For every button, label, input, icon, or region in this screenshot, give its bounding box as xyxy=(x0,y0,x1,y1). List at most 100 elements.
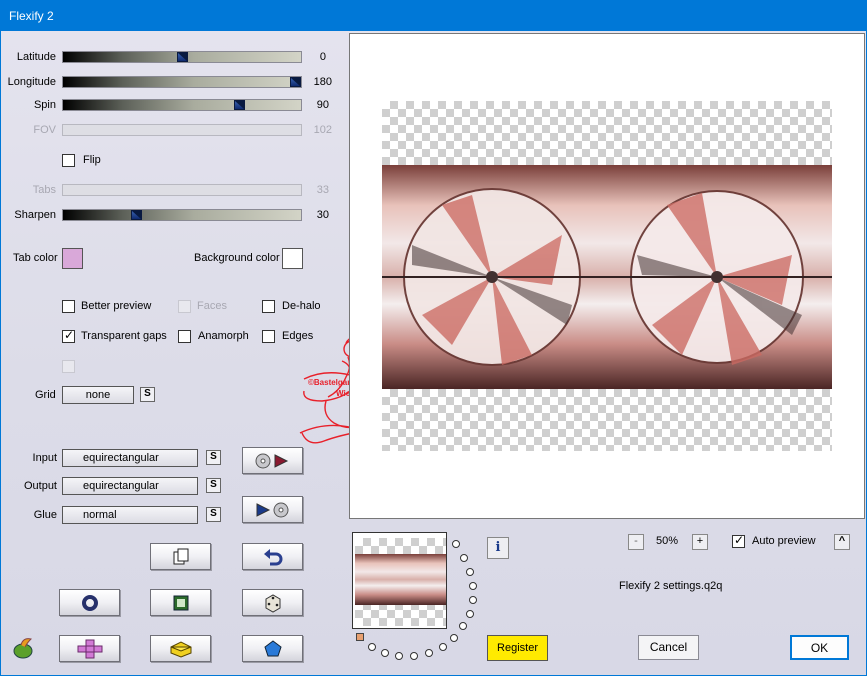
transparent-gaps-checkbox[interactable]: ✓ xyxy=(62,328,75,343)
brick-button[interactable] xyxy=(150,635,211,662)
info-button[interactable]: i xyxy=(487,537,509,559)
preset-dot[interactable] xyxy=(466,568,474,576)
pages-icon xyxy=(173,548,188,564)
sharpen-thumb[interactable] xyxy=(131,210,142,220)
preset-dot[interactable] xyxy=(466,610,474,618)
glue-s-button[interactable]: S xyxy=(206,507,221,522)
longitude-thumb[interactable] xyxy=(290,77,301,87)
latitude-slider[interactable] xyxy=(62,51,302,63)
spin-label: Spin xyxy=(33,99,56,111)
copy-button[interactable] xyxy=(150,543,211,570)
preset-dot[interactable] xyxy=(459,622,467,630)
preview-image xyxy=(382,165,832,389)
preset-dot[interactable] xyxy=(452,540,460,548)
grid-label: Grid xyxy=(35,389,56,401)
register-button[interactable]: Register xyxy=(487,635,548,661)
pink-cross-icon xyxy=(77,639,102,658)
fov-value: 102 xyxy=(313,124,332,136)
input-select[interactable]: equirectangular xyxy=(62,449,198,467)
output-select[interactable]: equirectangular xyxy=(62,477,198,495)
zoom-in-button[interactable]: + xyxy=(692,534,708,550)
tabs-value: 33 xyxy=(316,184,329,196)
disc-to-play-icon xyxy=(255,453,288,468)
longitude-value: 180 xyxy=(313,76,332,88)
preset-dot[interactable] xyxy=(450,634,458,642)
input-label: Input xyxy=(32,452,57,464)
preset-dot[interactable] xyxy=(381,649,389,657)
flaming-pear-logo-icon[interactable] xyxy=(11,636,37,660)
plugins-button[interactable] xyxy=(59,635,120,662)
yellow-brick-icon xyxy=(170,640,191,658)
title-bar[interactable]: Flexify 2 xyxy=(0,0,867,31)
faces-checkbox xyxy=(178,300,191,313)
tab-color-label: Tab color xyxy=(13,252,58,264)
faces-label: Faces xyxy=(197,300,227,312)
zoom-out-button[interactable]: - xyxy=(628,534,644,550)
preset-dot[interactable] xyxy=(410,652,418,660)
grid-s-button[interactable]: S xyxy=(140,387,155,402)
undo-button[interactable] xyxy=(242,543,303,570)
collapse-button[interactable]: ^ xyxy=(834,534,850,550)
flexify-preview-art xyxy=(382,188,832,366)
glue-label: Glue xyxy=(33,509,57,521)
fov-label: FOV xyxy=(33,124,56,136)
auto-preview-label: Auto preview xyxy=(752,535,816,547)
spin-value: 90 xyxy=(316,99,329,111)
navigator-thumbnail[interactable] xyxy=(352,532,447,629)
ok-button[interactable]: OK xyxy=(790,635,849,660)
window-title: Flexify 2 xyxy=(9,9,54,23)
output-label: Output xyxy=(23,480,57,492)
flexify-window: Flexify 2 Latitude 0 Longitude 180 Spin … xyxy=(0,0,867,676)
preset-dot[interactable] xyxy=(439,643,447,651)
load-preset-button[interactable] xyxy=(242,447,303,474)
preset-dot[interactable] xyxy=(425,649,433,657)
square-frame-icon xyxy=(173,595,188,610)
output-s-button[interactable]: S xyxy=(206,478,221,493)
background-color-swatch[interactable] xyxy=(282,248,303,269)
latitude-thumb[interactable] xyxy=(177,52,188,62)
preset-dot[interactable] xyxy=(469,582,477,590)
dice-icon xyxy=(265,593,280,613)
better-preview-checkbox[interactable] xyxy=(62,300,75,313)
edges-checkbox[interactable] xyxy=(262,330,275,343)
preset-dot[interactable] xyxy=(469,596,477,604)
latitude-value: 0 xyxy=(319,51,326,63)
play-to-disc-icon xyxy=(256,502,288,517)
sharpen-label: Sharpen xyxy=(14,209,56,221)
spin-slider[interactable] xyxy=(62,99,302,111)
de-halo-checkbox[interactable] xyxy=(262,300,275,313)
flip-checkbox[interactable] xyxy=(62,154,75,167)
anamorph-checkbox[interactable] xyxy=(178,330,191,343)
navigator-anchor[interactable] xyxy=(356,633,364,641)
grid-select[interactable]: none xyxy=(62,386,134,404)
pentagon-icon xyxy=(263,639,282,656)
preset-dot[interactable] xyxy=(395,652,403,660)
save-preset-button[interactable] xyxy=(242,496,303,523)
better-preview-label: Better preview xyxy=(81,300,152,312)
ring-icon xyxy=(81,594,98,611)
random-button[interactable] xyxy=(242,589,303,616)
check-mark-icon: ✓ xyxy=(734,533,745,547)
auto-preview-checkbox[interactable]: ✓ xyxy=(732,533,745,548)
ring-button[interactable] xyxy=(59,589,120,616)
cancel-button[interactable]: Cancel xyxy=(638,635,699,660)
tab-color-swatch[interactable] xyxy=(62,248,83,269)
sharpen-slider[interactable] xyxy=(62,209,302,221)
square-button[interactable] xyxy=(150,589,211,616)
flip-label: Flip xyxy=(83,154,101,166)
settings-filename: Flexify 2 settings.q2q xyxy=(619,580,723,592)
extra-option-checkbox xyxy=(62,360,75,373)
latitude-label: Latitude xyxy=(16,51,56,63)
input-s-button[interactable]: S xyxy=(206,450,221,465)
tabs-slider xyxy=(62,184,302,196)
pentagon-button[interactable] xyxy=(242,635,303,662)
de-halo-label: De-halo xyxy=(282,300,321,312)
spin-thumb[interactable] xyxy=(234,100,245,110)
longitude-slider[interactable] xyxy=(62,76,302,88)
preset-dot[interactable] xyxy=(368,643,376,651)
preview-pane[interactable] xyxy=(349,33,865,519)
preset-dot[interactable] xyxy=(460,554,468,562)
glue-select[interactable]: normal xyxy=(62,506,198,524)
longitude-label: Longitude xyxy=(7,76,56,88)
background-color-label: Background color xyxy=(194,252,280,264)
